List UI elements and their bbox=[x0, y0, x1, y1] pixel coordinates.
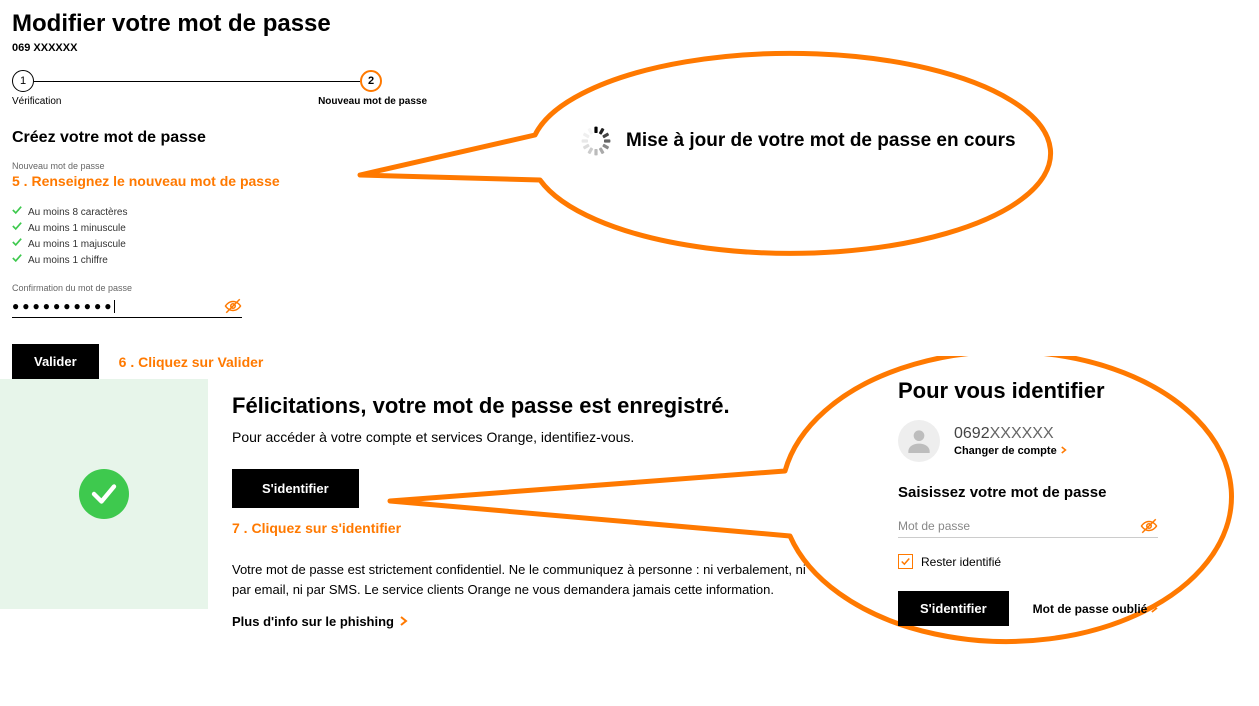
stay-signed-in[interactable]: Rester identifié bbox=[898, 554, 1218, 569]
login-password-input[interactable]: Mot de passe bbox=[898, 515, 1158, 538]
instruction-6: 6 . Cliquez sur Valider bbox=[119, 354, 264, 370]
check-icon bbox=[12, 221, 22, 237]
check-icon bbox=[12, 237, 22, 253]
validate-button[interactable]: Valider bbox=[12, 344, 99, 379]
forgot-password-link[interactable]: Mot de passe oublié bbox=[1033, 602, 1159, 616]
avatar-icon bbox=[898, 420, 940, 462]
callout-updating: Mise à jour de votre mot de passe en cou… bbox=[345, 25, 1065, 260]
success-banner bbox=[0, 379, 208, 609]
updating-message: Mise à jour de votre mot de passe en cou… bbox=[626, 130, 1016, 152]
checkbox-icon[interactable] bbox=[898, 554, 913, 569]
chevron-right-icon bbox=[1061, 445, 1067, 457]
login-button[interactable]: S'identifier bbox=[898, 591, 1009, 626]
check-icon bbox=[12, 205, 22, 221]
spinner-icon bbox=[580, 125, 612, 157]
change-account-link[interactable]: Changer de compte bbox=[954, 445, 1067, 457]
confirm-password-input[interactable]: ●●●●●●●●●● bbox=[12, 295, 242, 318]
step-1-circle: 1 bbox=[12, 70, 34, 92]
identify-button[interactable]: S'identifier bbox=[232, 469, 359, 508]
eye-off-icon[interactable] bbox=[224, 297, 242, 315]
step-1-label: Vérification bbox=[12, 96, 247, 107]
success-check-icon bbox=[79, 469, 129, 519]
login-title: Pour vous identifier bbox=[898, 378, 1218, 404]
chevron-right-icon bbox=[1151, 602, 1158, 616]
password-prompt: Saisissez votre mot de passe bbox=[898, 484, 1218, 501]
step-line bbox=[34, 81, 360, 82]
check-icon bbox=[12, 253, 22, 269]
login-panel: Pour vous identifier 0692XXXXXX Changer … bbox=[898, 378, 1218, 626]
eye-off-icon[interactable] bbox=[1140, 517, 1158, 535]
login-number: 0692XXXXXX bbox=[954, 425, 1067, 443]
callout-login: Pour vous identifier 0692XXXXXX Changer … bbox=[380, 356, 1259, 666]
confirm-password-label: Confirmation du mot de passe bbox=[12, 283, 488, 293]
